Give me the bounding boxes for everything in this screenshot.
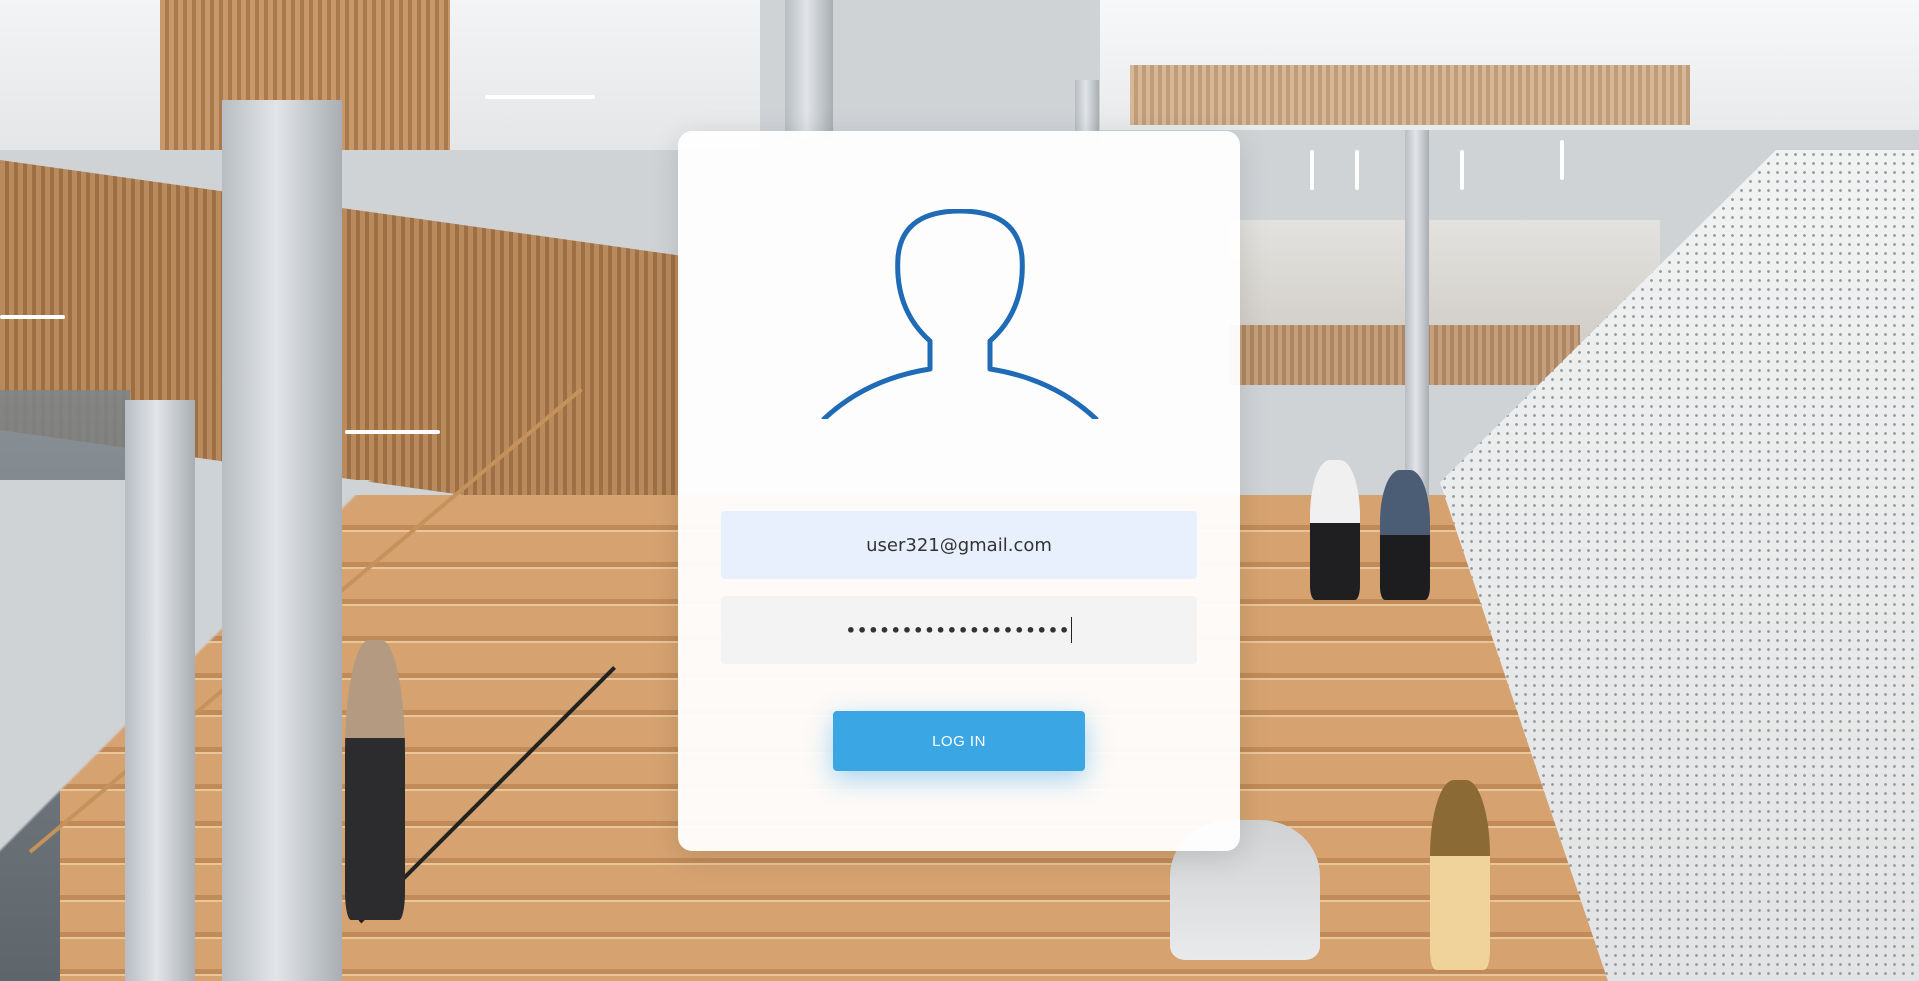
email-field[interactable] [721, 511, 1197, 579]
login-card: •••••••••••••••••••• LOG IN [678, 131, 1240, 851]
person [1310, 460, 1360, 600]
user-silhouette-icon [821, 209, 1099, 419]
person [1430, 780, 1490, 970]
ceiling-light [0, 315, 65, 319]
wood-slat-wall [1130, 65, 1690, 125]
person [345, 640, 405, 920]
column [125, 400, 195, 981]
ceiling-light [485, 95, 595, 99]
password-mask: •••••••••••••••••••• [845, 620, 1071, 640]
person [1380, 470, 1430, 600]
password-field[interactable]: •••••••••••••••••••• [721, 596, 1197, 664]
ceiling-light [1460, 150, 1464, 190]
ceiling-light [1310, 150, 1314, 190]
text-cursor [1071, 617, 1073, 643]
ceiling-light [1355, 150, 1359, 190]
login-button[interactable]: LOG IN [833, 711, 1085, 771]
ceiling-light [1560, 140, 1564, 180]
ceiling-light [345, 430, 440, 434]
column [785, 0, 833, 140]
column [222, 100, 342, 981]
